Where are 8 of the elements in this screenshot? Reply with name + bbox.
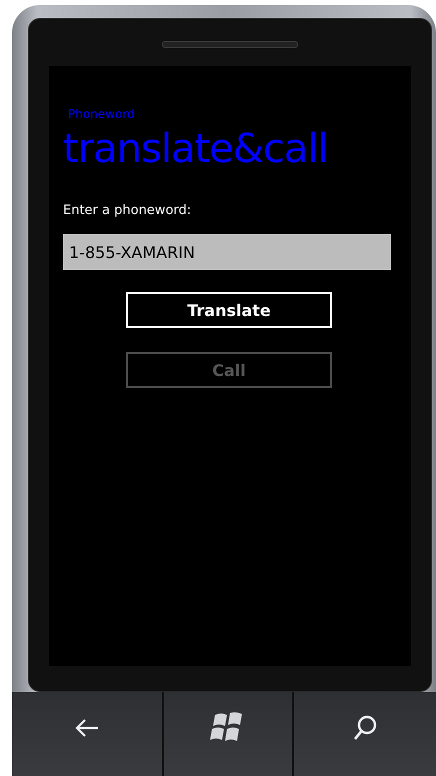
search-icon xyxy=(352,714,378,742)
app-title: Phoneword xyxy=(68,107,136,121)
translate-button[interactable]: Translate xyxy=(126,292,332,328)
back-arrow-icon xyxy=(74,718,100,738)
page-title: translate&call xyxy=(63,125,329,173)
phoneword-field[interactable]: 1-855-XAMARIN xyxy=(63,234,391,270)
start-button[interactable] xyxy=(164,692,292,776)
field-label: Enter a phoneword: xyxy=(63,203,192,218)
